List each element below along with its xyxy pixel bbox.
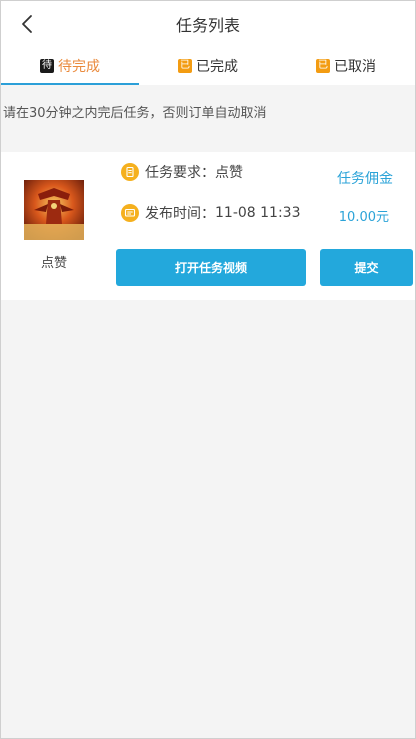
task-thumbnail-group: 点赞 [23, 180, 85, 271]
page-title: 任务列表 [175, 16, 240, 35]
requirement-row: 任务要求： 点赞 [121, 162, 243, 182]
submit-button[interactable]: 提交 [320, 249, 413, 286]
back-button[interactable] [15, 11, 39, 37]
cancelled-icon: 已 [316, 59, 330, 73]
tab-cancelled[interactable]: 已 已取消 [277, 47, 415, 85]
chevron-left-icon [22, 15, 32, 33]
requirement-value: 点赞 [215, 165, 243, 181]
tab-label: 待完成 [58, 59, 100, 75]
tab-completed[interactable]: 已 已完成 [139, 47, 277, 85]
tab-label: 已取消 [334, 59, 376, 75]
timeout-notice: 请在30分钟之内完后任务，否则订单自动取消 [3, 105, 267, 121]
task-thumbnail [24, 180, 84, 240]
publish-value: 11-08 11:33 [215, 205, 301, 221]
open-task-video-button[interactable]: 打开任务视频 [116, 249, 306, 286]
pending-icon: 待 [40, 59, 54, 73]
commission-amount: 10.00元 [338, 210, 389, 225]
tab-pending[interactable]: 待 待完成 [1, 47, 139, 85]
publish-time-row: 发布时间： 11-08 11:33 [121, 203, 300, 223]
status-tabs: 待 待完成 已 已完成 已 已取消 [1, 47, 415, 85]
thumbnail-label: 点赞 [40, 256, 67, 271]
requirement-label: 任务要求： [145, 165, 215, 181]
commission-label: 任务佣金 [337, 171, 393, 187]
top-bar: 任务列表 [1, 1, 415, 47]
completed-icon: 已 [178, 59, 192, 73]
publish-label: 发布时间： [145, 206, 215, 222]
task-card: 点赞 任务要求： 点赞 发布时间： 11-08 11:33 任务佣金 10.00… [1, 152, 415, 300]
tab-label: 已完成 [196, 59, 238, 75]
message-icon [121, 204, 139, 222]
document-icon [121, 163, 139, 181]
